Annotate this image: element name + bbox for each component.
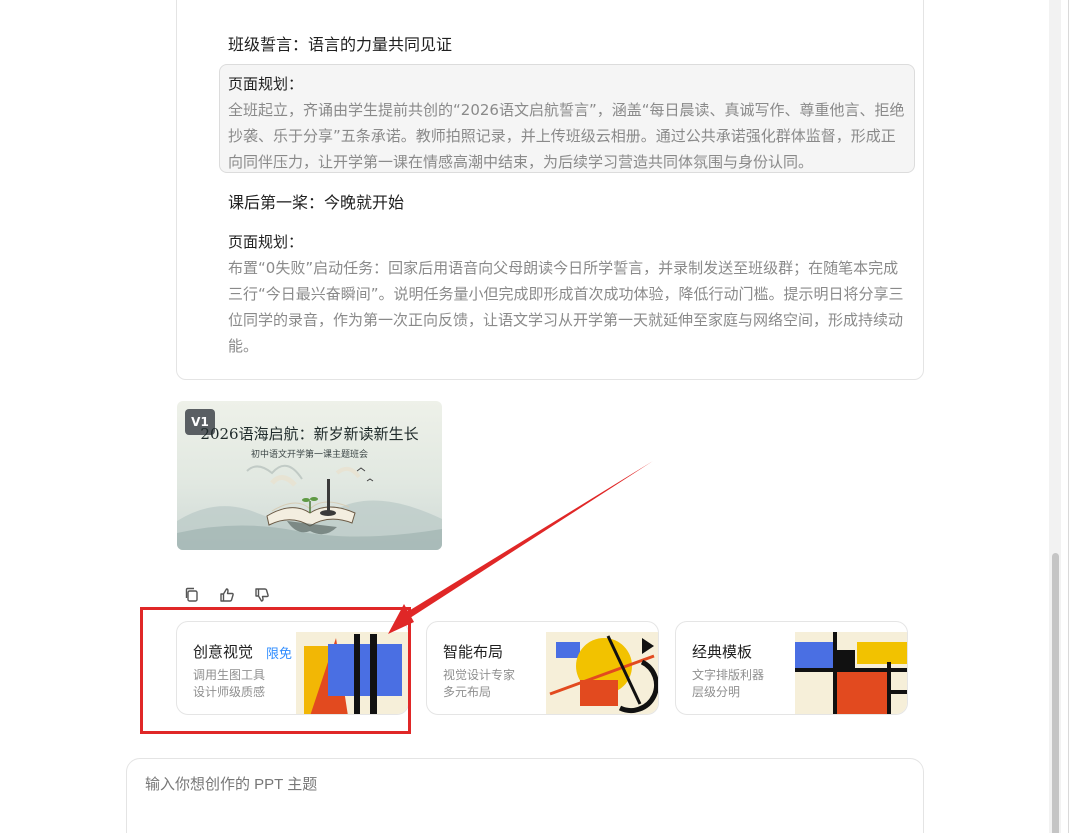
mode-card-classic-template[interactable]: 经典模板 文字排版利器 层级分明 — [675, 621, 908, 715]
mode-desc: 视觉设计专家 多元布局 — [443, 668, 516, 699]
prompt-input[interactable] — [145, 773, 905, 823]
abstract-art-icon — [546, 632, 658, 714]
mode-desc: 文字排版利器 层级分明 — [692, 668, 765, 699]
red-highlight-box — [140, 607, 411, 734]
thumbs-up-icon[interactable] — [218, 586, 236, 604]
panel-divider — [1068, 0, 1069, 833]
thumbnail-title: 2026语海启航：新岁新读新生长 — [200, 425, 419, 443]
thumbs-down-icon[interactable] — [253, 586, 271, 604]
scrollbar-thumb[interactable] — [1052, 553, 1059, 833]
copy-icon[interactable] — [183, 586, 201, 604]
ppt-thumbnail[interactable]: V1 2026语海启航：新岁新读新生长 初中语文开学第一课主题班会 — [177, 401, 442, 550]
mode-title: 智能布局 — [443, 643, 504, 661]
thumbnail-subtitle: 初中语文开学第一课主题班会 — [250, 450, 368, 460]
plan-label: 页面规划： — [228, 75, 304, 93]
plan-text: 布置“0失败”启动任务：回家后用语音向父母朗读今日所学誓言，并录制发送至班级群；… — [228, 259, 904, 355]
section-heading-homework: 课后第一桨：今晚就开始 — [228, 193, 405, 212]
abstract-art-icon — [795, 632, 907, 714]
section-heading-oath: 班级誓言：语言的力量共同见证 — [228, 35, 453, 54]
plan-label: 页面规划： — [228, 233, 304, 251]
plan-text: 全班起立，齐诵由学生提前共创的“2026语文启航誓言”，涵盖“每日晨读、真诚写作… — [228, 101, 905, 171]
prompt-input-box[interactable] — [126, 758, 924, 833]
mode-card-smart-layout[interactable]: 智能布局 视觉设计专家 多元布局 — [426, 621, 659, 715]
mode-title: 经典模板 — [692, 643, 753, 661]
